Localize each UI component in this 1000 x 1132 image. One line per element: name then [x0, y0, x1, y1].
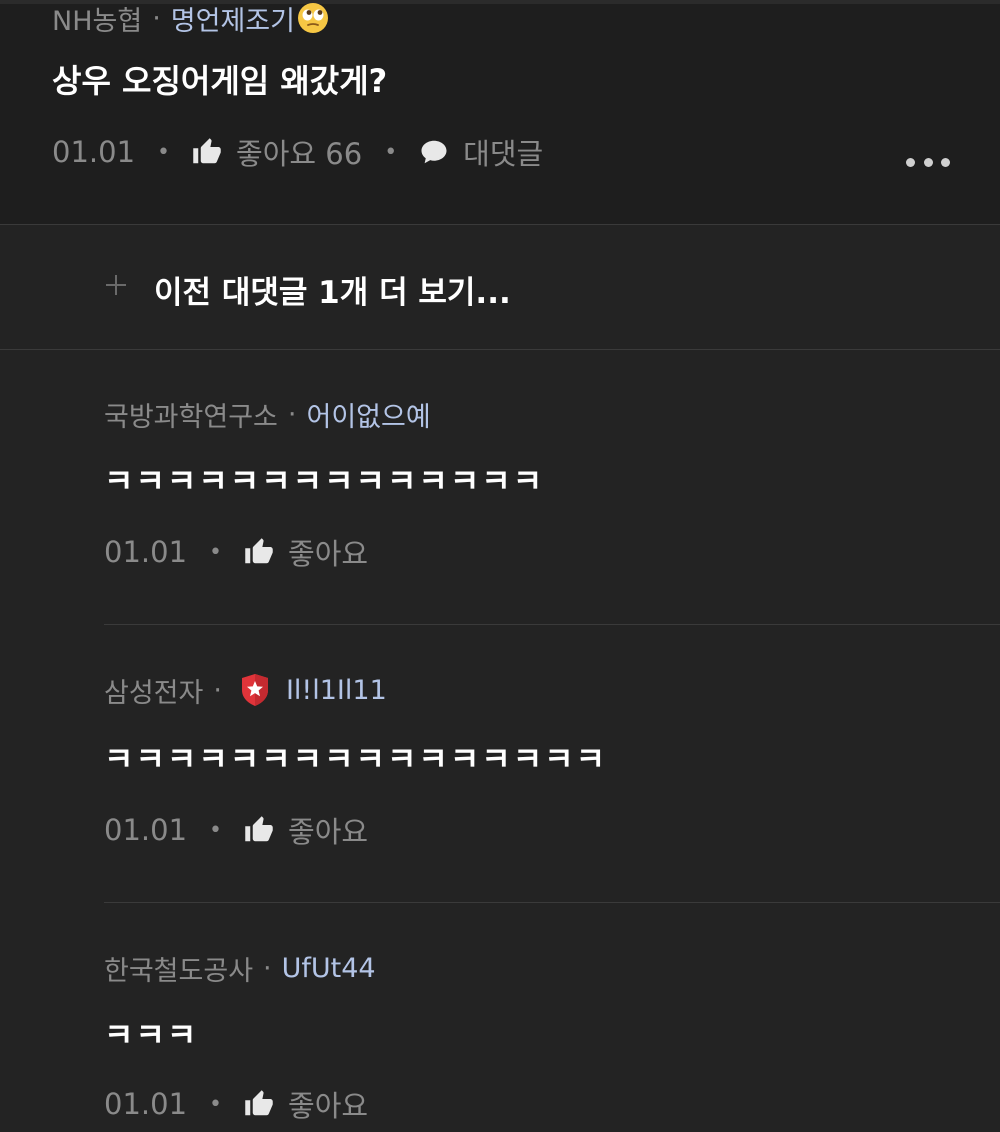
- meta-dot: •: [209, 1091, 223, 1117]
- reply-nickname[interactable]: 어이없으예: [306, 395, 430, 434]
- main-comment: NH농협 · 명언제조기 상우 오징어게임 왜갔게? 01.01 • 좋아요 6…: [0, 0, 1000, 225]
- author-separator: ·: [152, 2, 161, 34]
- main-date: 01.01: [52, 135, 136, 169]
- reply-nickname[interactable]: UfUt44: [282, 953, 376, 984]
- reply-item: 삼성전자 · Il!l1Il11 ㅋㅋㅋㅋㅋㅋㅋㅋㅋㅋㅋㅋㅋㅋㅋㅋ 01.01 …: [104, 672, 1000, 862]
- thumbs-up-icon: [193, 138, 221, 164]
- reply-text: ㅋㅋㅋ: [104, 1016, 199, 1054]
- main-like-label: 좋아요 66: [236, 137, 363, 171]
- reply-like-button[interactable]: 좋아요: [244, 1083, 368, 1125]
- reply-like-button[interactable]: 좋아요: [244, 531, 368, 573]
- reply-date: 01.01: [104, 535, 188, 569]
- more-dot: [906, 157, 915, 167]
- meta-dot: •: [209, 817, 223, 843]
- reply-item: 한국철도공사 · UfUt44 ㅋㅋㅋ 01.01 • 좋아요: [104, 950, 1000, 1132]
- reply-like-label: 좋아요: [288, 537, 369, 571]
- reply-like-label: 좋아요: [288, 815, 369, 849]
- show-previous-replies[interactable]: 이전 대댓글 1개 더 보기...: [0, 225, 1000, 350]
- author-separator: ·: [213, 674, 222, 706]
- reply-date: 01.01: [104, 813, 188, 847]
- thumbs-up-icon: [245, 538, 273, 564]
- meta-dot: •: [384, 139, 398, 165]
- author-separator: ·: [287, 398, 297, 430]
- reply-author-line: 국방과학연구소 · 어이없으예: [104, 395, 431, 434]
- reply-item: 국방과학연구소 · 어이없으예 ㅋㅋㅋㅋㅋㅋㅋㅋㅋㅋㅋㅋㅋㅋ 01.01 • 좋…: [104, 396, 1000, 586]
- reply-meta-line: 01.01 • 좋아요: [104, 532, 368, 572]
- shield-star-badge-icon: [241, 674, 268, 706]
- main-meta-line: 01.01 • 좋아요 66 • 대댓글: [52, 132, 543, 172]
- rolling-eyes-emoji-icon: [297, 3, 328, 33]
- meta-dot: •: [157, 139, 171, 165]
- more-dot: [941, 157, 950, 167]
- reply-like-button[interactable]: 좋아요: [244, 809, 368, 851]
- reply-divider: [104, 902, 1000, 903]
- main-author-line: NH농협 · 명언제조기: [52, 0, 329, 38]
- thumbs-up-icon: [245, 1090, 273, 1116]
- more-dot: [923, 157, 933, 167]
- main-nickname[interactable]: 명언제조기: [171, 0, 295, 38]
- author-separator: ·: [263, 952, 272, 984]
- reply-like-label: 좋아요: [288, 1089, 369, 1123]
- reply-company: 삼성전자: [104, 677, 204, 709]
- more-options-button[interactable]: [906, 148, 950, 176]
- main-like-button[interactable]: 좋아요 66: [192, 131, 362, 173]
- previous-replies-label: 이전 대댓글 1개 더 보기...: [154, 275, 511, 311]
- reply-text: ㅋㅋㅋㅋㅋㅋㅋㅋㅋㅋㅋㅋㅋㅋㅋㅋ: [104, 740, 608, 778]
- reply-meta-line: 01.01 • 좋아요: [104, 810, 368, 850]
- main-company: NH농협: [52, 5, 143, 37]
- main-comment-text: 상우 오징어게임 왜갔게?: [52, 62, 388, 100]
- reply-author-line: 삼성전자 · Il!l1Il11: [104, 672, 387, 709]
- reply-company: 국방과학연구소: [104, 401, 278, 433]
- reply-button[interactable]: 대댓글: [419, 131, 543, 173]
- thumbs-up-icon: [245, 816, 273, 842]
- reply-author-line: 한국철도공사 · UfUt44: [104, 950, 376, 987]
- reply-company: 한국철도공사: [104, 955, 254, 987]
- speech-bubble-icon: [421, 140, 447, 164]
- reply-text: ㅋㅋㅋㅋㅋㅋㅋㅋㅋㅋㅋㅋㅋㅋ: [104, 462, 545, 500]
- reply-date: 01.01: [104, 1087, 188, 1121]
- plus-icon: [106, 275, 126, 295]
- reply-nickname[interactable]: Il!l1Il11: [286, 675, 387, 706]
- reply-divider: [104, 624, 1000, 625]
- reply-meta-line: 01.01 • 좋아요: [104, 1084, 368, 1124]
- meta-dot: •: [209, 539, 223, 565]
- reply-label: 대댓글: [463, 137, 544, 171]
